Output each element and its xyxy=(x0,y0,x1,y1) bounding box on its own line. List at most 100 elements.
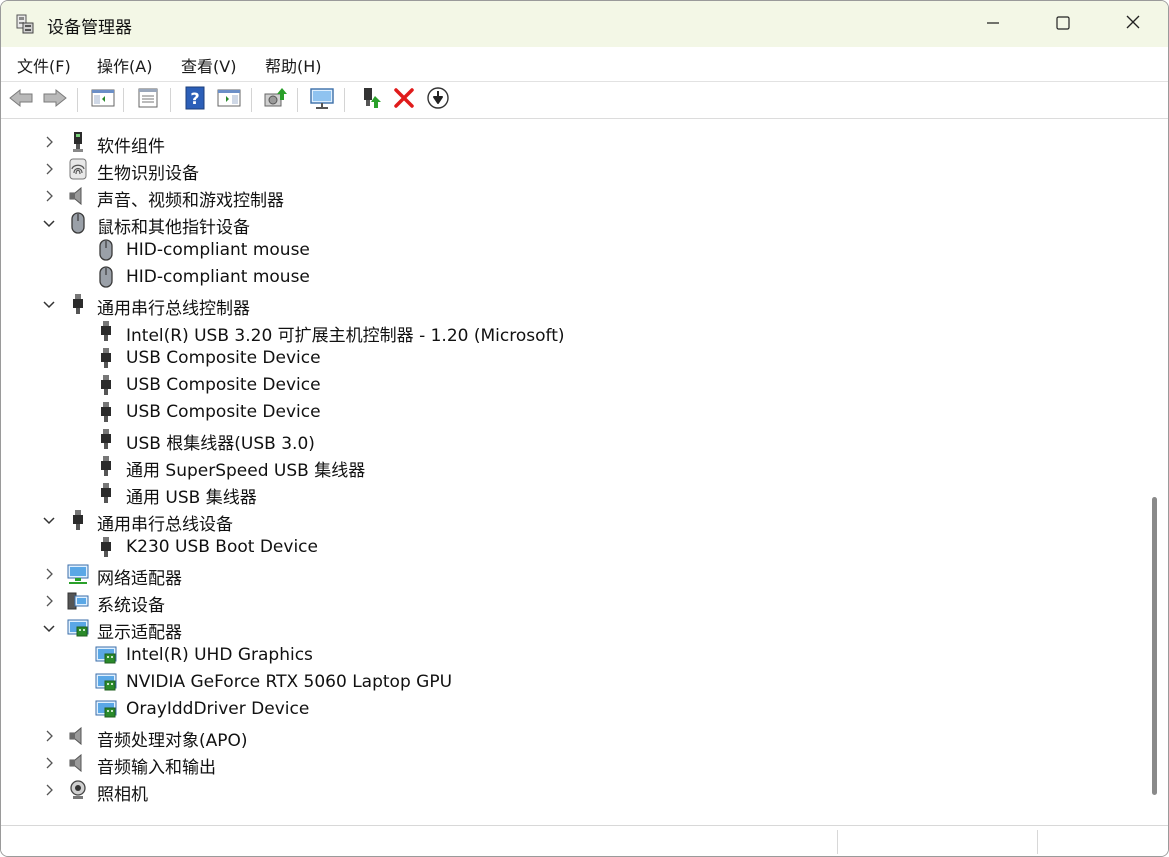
usb-plug-icon xyxy=(95,401,117,423)
tree-category[interactable]: 音频输入和输出 xyxy=(1,750,1141,778)
tree-device[interactable]: K230 USB Boot Device xyxy=(1,534,1141,561)
menu-view[interactable]: 查看(V) xyxy=(181,53,236,77)
properties-button[interactable] xyxy=(134,86,162,114)
chevron-right-icon[interactable] xyxy=(41,728,57,744)
usb-plug-icon xyxy=(95,374,117,396)
tree-category[interactable]: 网络适配器 xyxy=(1,561,1141,589)
chevron-right-icon[interactable] xyxy=(41,188,57,204)
tree-device[interactable]: NVIDIA GeForce RTX 5060 Laptop GPU xyxy=(1,669,1141,696)
tree-device[interactable]: Intel(R) USB 3.20 可扩展主机控制器 - 1.20 (Micro… xyxy=(1,318,1141,346)
tree-category[interactable]: 音频处理对象(APO) xyxy=(1,723,1141,751)
menu-help[interactable]: 帮助(H) xyxy=(265,53,322,77)
tree-device[interactable]: USB Composite Device xyxy=(1,372,1141,399)
title-bar[interactable]: 设备管理器 xyxy=(1,1,1168,47)
update-driver-icon xyxy=(262,86,288,114)
update-driver-button[interactable] xyxy=(261,86,289,114)
tree-item-label: Intel(R) UHD Graphics xyxy=(126,645,313,665)
tree-item-label: USB Composite Device xyxy=(126,402,321,422)
chevron-right-icon[interactable] xyxy=(41,593,57,609)
uninstall-device-icon xyxy=(393,87,415,113)
tree-item-label: 照相机 xyxy=(97,785,148,805)
tree-device[interactable]: 通用 USB 集线器 xyxy=(1,480,1141,508)
chevron-right-icon[interactable] xyxy=(41,161,57,177)
tree-category[interactable]: 生物识别设备 xyxy=(1,156,1141,184)
tree-device[interactable]: USB Composite Device xyxy=(1,345,1141,372)
mouse-icon xyxy=(95,239,117,261)
tree-device[interactable]: OrayIddDriver Device xyxy=(1,696,1141,723)
scan-hardware-button[interactable] xyxy=(308,86,336,114)
device-tree[interactable]: 软件组件 生物识别设备 声音、视频和游戏控制器 鼠标和其他指针设备 HID-compli… xyxy=(1,127,1141,821)
usb-plug-icon xyxy=(67,293,89,315)
menu-bar: 文件(F) 操作(A) 查看(V) 帮助(H) xyxy=(1,47,1168,82)
tree-category[interactable]: 通用串行总线设备 xyxy=(1,507,1141,535)
chevron-right-icon[interactable] xyxy=(41,755,57,771)
tree-device[interactable]: HID-compliant mouse xyxy=(1,264,1141,291)
disable-device-button[interactable] xyxy=(424,86,452,114)
uninstall-device-button[interactable] xyxy=(390,86,418,114)
tree-item-label: 系统设备 xyxy=(97,596,165,616)
forward-button[interactable] xyxy=(41,86,69,114)
tree-item-label: 鼠标和其他指针设备 xyxy=(97,218,250,238)
scrollbar-thumb[interactable] xyxy=(1152,497,1157,795)
usb-plug-icon xyxy=(95,536,117,558)
speaker-icon xyxy=(67,725,89,747)
console-tree-button[interactable] xyxy=(89,86,117,114)
chevron-right-icon[interactable] xyxy=(41,782,57,798)
back-button[interactable] xyxy=(7,86,35,114)
camera-icon xyxy=(67,779,89,801)
tree-device[interactable]: HID-compliant mouse xyxy=(1,237,1141,264)
tree-category[interactable]: 鼠标和其他指针设备 xyxy=(1,210,1141,238)
chevron-right-icon[interactable] xyxy=(41,566,57,582)
toolbar-separator xyxy=(77,88,78,112)
show-hide-console-tree-icon xyxy=(91,88,115,112)
tree-item-label: 生物识别设备 xyxy=(97,164,199,184)
chevron-right-icon[interactable] xyxy=(41,134,57,150)
minimize-icon xyxy=(986,15,1000,34)
usb-plug-icon xyxy=(95,428,117,450)
maximize-button[interactable] xyxy=(1028,1,1098,47)
action-pane-icon xyxy=(217,88,241,112)
tree-item-label: USB Composite Device xyxy=(126,375,321,395)
display-adapter-icon xyxy=(95,698,117,720)
vertical-scrollbar[interactable] xyxy=(1147,127,1163,821)
tree-item-label: 软件组件 xyxy=(97,137,165,157)
svg-text:?: ? xyxy=(190,89,199,108)
tree-device[interactable]: 通用 SuperSpeed USB 集线器 xyxy=(1,453,1141,481)
status-separator xyxy=(1037,830,1038,854)
tree-device[interactable]: USB Composite Device xyxy=(1,399,1141,426)
chevron-down-icon[interactable] xyxy=(41,512,57,528)
tree-item-label: HID-compliant mouse xyxy=(126,240,310,260)
menu-file[interactable]: 文件(F) xyxy=(17,53,71,77)
tree-category[interactable]: 照相机 xyxy=(1,777,1141,805)
minimize-button[interactable] xyxy=(958,1,1028,47)
tree-device[interactable]: USB 根集线器(USB 3.0) xyxy=(1,426,1141,454)
tree-category[interactable]: 通用串行总线控制器 xyxy=(1,291,1141,319)
chevron-down-icon[interactable] xyxy=(41,296,57,312)
close-button[interactable] xyxy=(1098,1,1168,47)
tree-item-label: 通用串行总线设备 xyxy=(97,515,233,535)
toolbar-separator xyxy=(344,88,345,112)
tree-device[interactable]: Intel(R) UHD Graphics xyxy=(1,642,1141,669)
scan-hardware-icon xyxy=(308,86,336,114)
disable-device-icon xyxy=(426,86,450,114)
enable-device-button[interactable] xyxy=(357,86,385,114)
tree-item-label: USB 根集线器(USB 3.0) xyxy=(126,434,315,454)
tree-category[interactable]: 声音、视频和游戏控制器 xyxy=(1,183,1141,211)
tree-category[interactable]: 软件组件 xyxy=(1,129,1141,157)
forward-arrow-icon xyxy=(42,88,68,112)
tree-category[interactable]: 系统设备 xyxy=(1,588,1141,616)
help-button[interactable]: ? xyxy=(181,86,209,114)
menu-action[interactable]: 操作(A) xyxy=(97,53,152,77)
device-manager-icon xyxy=(15,13,35,35)
chevron-down-icon[interactable] xyxy=(41,215,57,231)
help-icon: ? xyxy=(185,86,205,114)
toolbar-separator xyxy=(251,88,252,112)
tree-category[interactable]: 显示适配器 xyxy=(1,615,1141,643)
toolbar: ? xyxy=(1,82,1168,119)
device-manager-window: 设备管理器 文件(F) 操作(A) 查看(V) 帮助(H) ? 软件组件 生物识… xyxy=(0,0,1169,857)
action-pane-button[interactable] xyxy=(215,86,243,114)
back-arrow-icon xyxy=(8,88,34,112)
toolbar-separator xyxy=(297,88,298,112)
display-adapter-icon xyxy=(95,644,117,666)
chevron-down-icon[interactable] xyxy=(41,620,57,636)
